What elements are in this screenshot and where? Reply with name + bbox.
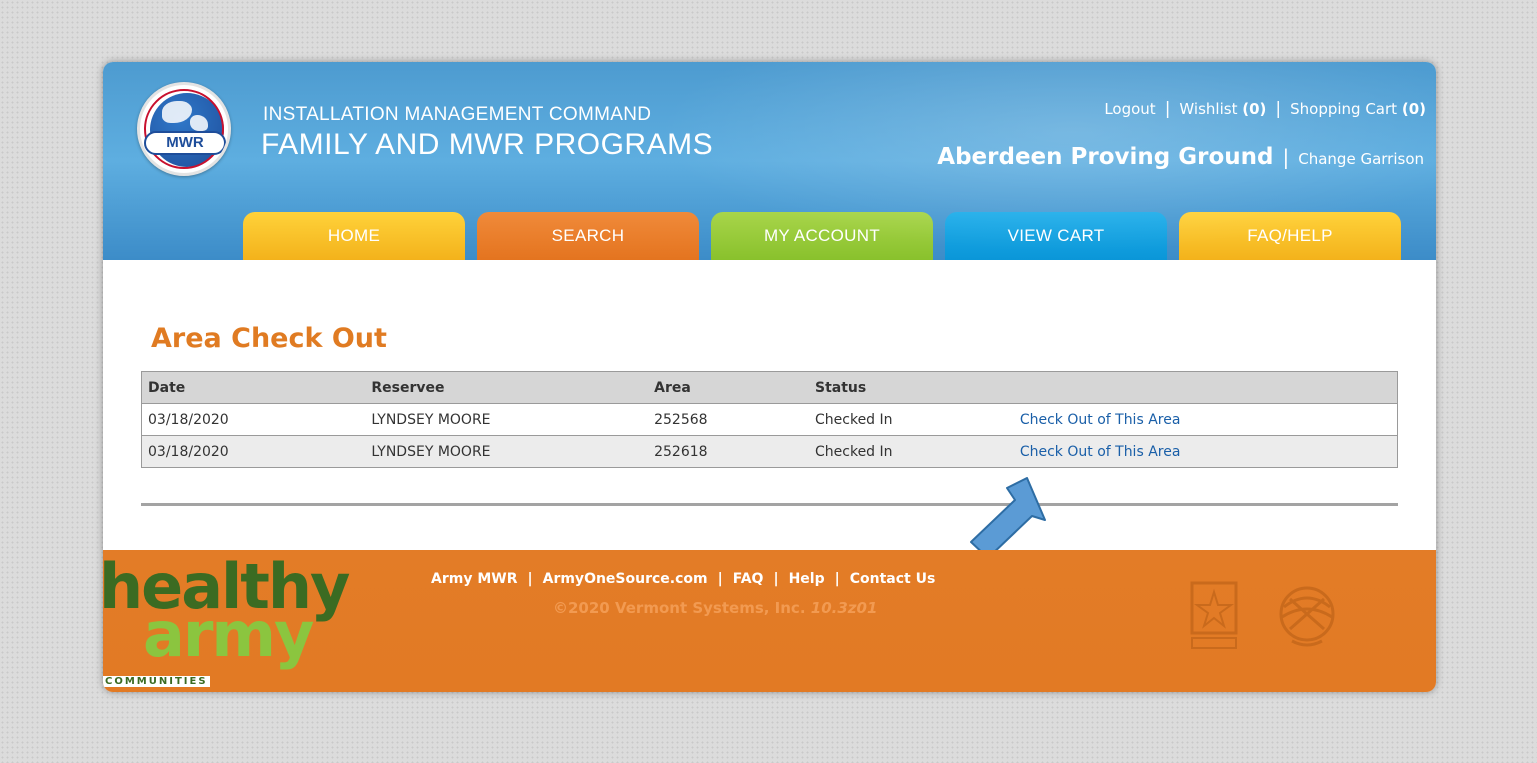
table-header-row: Date Reserveе Area Status: [141, 371, 1398, 404]
footer-link-contact-us[interactable]: Contact Us: [850, 571, 936, 587]
mwr-logo[interactable]: MWR: [137, 82, 231, 176]
copyright: ©2020 Vermont Systems, Inc. 10.3z01: [553, 599, 877, 617]
footer-link-army-mwr[interactable]: Army MWR: [431, 571, 517, 587]
tab-search[interactable]: SEARCH: [477, 212, 699, 260]
divider: |: [717, 571, 723, 587]
check-out-link[interactable]: Check Out of This Area: [1020, 444, 1181, 460]
logo-word-communities: COMMUNITIES: [103, 676, 210, 687]
wishlist-label: Wishlist: [1179, 100, 1238, 118]
main-nav: HOME SEARCH MY ACCOUNT VIEW CART FAQ/HEL…: [243, 212, 1401, 260]
footer: healthy army COMMUNITIES Army MWR | Army…: [103, 550, 1436, 692]
account-links: Logout | Wishlist (0) | Shopping Cart (0…: [1104, 99, 1426, 119]
cell-area: 252568: [648, 403, 809, 436]
tab-view-cart[interactable]: VIEW CART: [945, 212, 1167, 260]
org-name-line1: INSTALLATION MANAGEMENT COMMAND: [263, 104, 652, 125]
garrison-name: Aberdeen Proving Ground: [937, 144, 1274, 170]
version-text: 10.3z01: [810, 599, 878, 617]
change-garrison-link[interactable]: Change Garrison: [1298, 150, 1424, 168]
shopping-cart-link[interactable]: Shopping Cart (0): [1290, 100, 1426, 118]
mwr-logo-text: MWR: [144, 131, 226, 155]
army-emblem-icon: [1279, 586, 1335, 647]
cell-action: Check Out of This Area: [1013, 403, 1398, 436]
cell-date: 03/18/2020: [141, 403, 366, 436]
check-out-link[interactable]: Check Out of This Area: [1020, 412, 1181, 428]
cell-reservee: LYNDSEY MOORE: [365, 435, 649, 468]
cell-status: Checked In: [809, 403, 1014, 436]
column-header-date: Date: [141, 371, 366, 404]
cell-date: 03/18/2020: [141, 435, 366, 468]
footer-link-help[interactable]: Help: [789, 571, 825, 587]
healthy-army-communities-logo[interactable]: healthy army COMMUNITIES: [103, 550, 399, 692]
column-header-action: [1013, 371, 1398, 404]
table-row: 03/18/2020 LYNDSEY MOORE 252618 Checked …: [141, 435, 1398, 468]
footer-link-faq[interactable]: FAQ: [733, 571, 764, 587]
wishlist-link[interactable]: Wishlist (0): [1179, 100, 1266, 118]
divider: [141, 503, 1398, 506]
copyright-text: ©2020 Vermont Systems, Inc.: [553, 599, 806, 617]
footer-link-armyonesource[interactable]: ArmyOneSource.com: [543, 571, 708, 587]
cell-area: 252618: [648, 435, 809, 468]
tab-faq-help[interactable]: FAQ/HELP: [1179, 212, 1401, 260]
page-title: Area Check Out: [151, 323, 387, 354]
checkout-table: Date Reserveе Area Status 03/18/2020 LYN…: [141, 371, 1398, 468]
page-frame: MWR INSTALLATION MANAGEMENT COMMAND FAMI…: [103, 62, 1436, 692]
logo-word-army: army: [143, 598, 314, 671]
us-army-star-icon: [1190, 581, 1238, 649]
tab-home[interactable]: HOME: [243, 212, 465, 260]
logout-link[interactable]: Logout: [1104, 100, 1155, 118]
org-name-line2: FAMILY AND MWR PROGRAMS: [261, 128, 714, 161]
table-row: 03/18/2020 LYNDSEY MOORE 252568 Checked …: [141, 403, 1398, 436]
annotation-arrow-icon: [970, 477, 1046, 559]
column-header-reservee: Reserveе: [365, 371, 649, 404]
divider: |: [834, 571, 840, 587]
column-header-status: Status: [809, 371, 1014, 404]
cell-action: Check Out of This Area: [1013, 435, 1398, 468]
garrison-row: Aberdeen Proving Ground | Change Garriso…: [937, 144, 1424, 170]
shopping-cart-label: Shopping Cart: [1290, 100, 1398, 118]
header: MWR INSTALLATION MANAGEMENT COMMAND FAMI…: [103, 62, 1436, 260]
shopping-cart-count: (0): [1401, 100, 1426, 118]
divider: |: [773, 571, 779, 587]
cell-status: Checked In: [809, 435, 1014, 468]
tab-my-account[interactable]: MY ACCOUNT: [711, 212, 933, 260]
footer-links: Army MWR | ArmyOneSource.com | FAQ | Hel…: [431, 571, 935, 587]
wishlist-count: (0): [1242, 100, 1267, 118]
cell-reservee: LYNDSEY MOORE: [365, 403, 649, 436]
divider: |: [1282, 145, 1290, 169]
divider: |: [1164, 99, 1171, 119]
divider: |: [527, 571, 533, 587]
divider: |: [1275, 99, 1282, 119]
main-content: Area Check Out Date Reserveе Area Status…: [103, 260, 1436, 559]
column-header-area: Area: [648, 371, 809, 404]
